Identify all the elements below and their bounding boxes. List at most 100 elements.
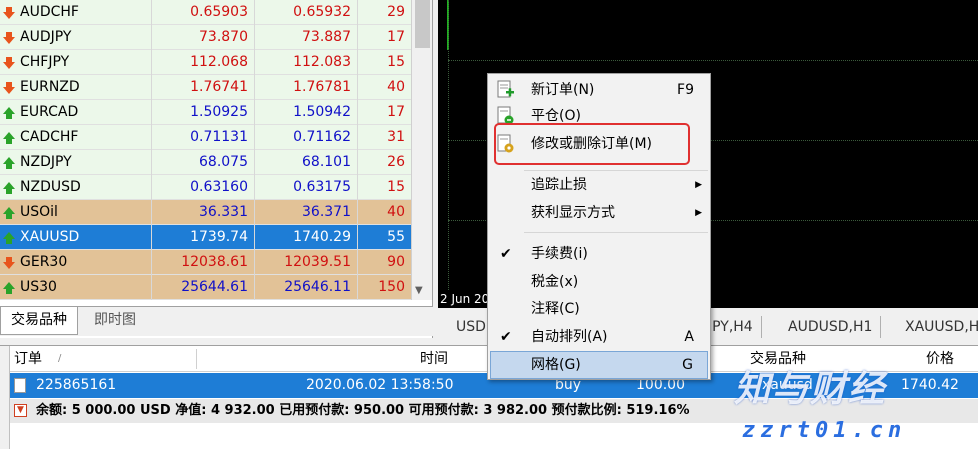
menu-item-tax[interactable]: 税金(x) xyxy=(490,269,708,295)
symbol-name: NZDJPY xyxy=(0,150,152,175)
market-watch-table: AUDCHF 0.65903 0.65932 29 AUDJPY 73.870 73.887… xyxy=(0,0,411,300)
col-header-order[interactable]: 订单 xyxy=(14,346,42,372)
menu-item-grid[interactable]: 网格(G) G xyxy=(490,351,708,379)
symbol-name: AUDCHF xyxy=(0,0,152,25)
menu-item-profit-display[interactable]: 获利显示方式 ▶ xyxy=(490,200,708,226)
market-row-audjpy[interactable]: AUDJPY 73.870 73.887 17 xyxy=(0,25,411,50)
column-divider xyxy=(196,349,197,369)
menu-separator xyxy=(524,232,708,233)
market-row-nzdjpy[interactable]: NZDJPY 68.075 68.101 26 xyxy=(0,150,411,175)
order-doc-icon xyxy=(14,378,26,393)
symbol-name: AUDJPY xyxy=(0,25,152,50)
menu-item-trailing-stop[interactable]: 追踪止损 ▶ xyxy=(490,172,708,198)
order-time: 2020.06.02 13:58:50 xyxy=(306,377,454,393)
market-row-cadchf[interactable]: CADCHF 0.71131 0.71162 31 xyxy=(0,125,411,150)
symbol-name: CHFJPY xyxy=(0,50,152,75)
balance-arrow-icon: ▼ xyxy=(14,404,27,417)
spread-value: 15 xyxy=(387,54,405,70)
watermark-url: zzrt01.cn xyxy=(742,418,907,443)
menu-item-new-order[interactable]: 新订单(N) F9 xyxy=(490,77,708,103)
ask-price: 1.50942 xyxy=(255,100,358,125)
market-row-eurnzd[interactable]: EURNZD 1.76741 1.76781 40 xyxy=(0,75,411,100)
submenu-arrow-icon: ▶ xyxy=(695,180,702,190)
chart-grid-line xyxy=(448,60,978,61)
menu-item-label: 获利显示方式 xyxy=(531,205,615,221)
tab-chart-xauusd[interactable]: XAUUSD,H xyxy=(897,316,978,338)
spread-value: 40 xyxy=(387,204,405,220)
ask-price: 1.76781 xyxy=(255,75,358,100)
watermark: 知与财经 zzrt01.cn xyxy=(728,352,978,449)
annotation-highlight-box xyxy=(494,123,690,165)
scroll-down-icon[interactable]: ▼ xyxy=(415,285,423,296)
scrollbar-thumb[interactable] xyxy=(415,0,430,48)
menu-item-comment[interactable]: 注释(C) xyxy=(490,296,708,322)
menu-item-label: 网格(G) xyxy=(531,357,581,373)
bid-price: 73.870 xyxy=(152,25,255,50)
market-row-nzdusd[interactable]: NZDUSD 0.63160 0.63175 15 xyxy=(0,175,411,200)
context-menu: 新订单(N) F9 平仓(O) 修改或删除订单(M) 追踪止损 ▶ 获利显示方式… xyxy=(487,73,711,380)
menu-item-commission[interactable]: ✔ 手续费(i) xyxy=(490,241,708,267)
spread-value: 17 xyxy=(387,29,405,45)
bid-price: 1.76741 xyxy=(152,75,255,100)
market-watch-scrollbar[interactable]: ▼ xyxy=(411,0,432,300)
menu-item-shortcut: G xyxy=(682,357,693,373)
market-watch-panel: AUDCHF 0.65903 0.65932 29 AUDJPY 73.870 73.887… xyxy=(0,0,433,338)
tab-tick-chart[interactable]: 即时图 xyxy=(84,307,146,335)
checkmark-icon: ✔ xyxy=(500,329,512,345)
menu-item-label: 手续费(i) xyxy=(531,246,588,262)
chart-grid-line xyxy=(448,0,449,290)
market-row-audchf[interactable]: AUDCHF 0.65903 0.65932 29 xyxy=(0,0,411,25)
ask-price: 0.71162 xyxy=(255,125,358,150)
symbol-name: GER30 xyxy=(0,250,152,275)
market-watch-tabs: 交易品种 即时图 xyxy=(0,306,433,336)
bid-price: 112.068 xyxy=(152,50,255,75)
menu-item-shortcut: A xyxy=(684,329,694,345)
bid-price: 25644.61 xyxy=(152,275,255,300)
menu-item-label: 追踪止损 xyxy=(531,177,587,193)
menu-item-auto-arrange[interactable]: ✔ 自动排列(A) A xyxy=(490,324,708,350)
spread-value: 31 xyxy=(387,129,405,145)
menu-item-label: 新订单(N) xyxy=(531,82,595,98)
sort-icon: / xyxy=(58,353,62,364)
bid-price: 68.075 xyxy=(152,150,255,175)
spread-value: 17 xyxy=(387,104,405,120)
symbol-name: NZDUSD xyxy=(0,175,152,200)
spread-value: 26 xyxy=(387,154,405,170)
market-row-eurcad[interactable]: EURCAD 1.50925 1.50942 17 xyxy=(0,100,411,125)
bid-price: 12038.61 xyxy=(152,250,255,275)
bid-price: 1.50925 xyxy=(152,100,255,125)
bid-price: 0.63160 xyxy=(152,175,255,200)
menu-item-shortcut: F9 xyxy=(677,82,694,98)
symbol-name: XAUUSD xyxy=(0,225,152,250)
symbol-name: US30 xyxy=(0,275,152,300)
ask-price: 1740.29 xyxy=(255,225,358,250)
spread-value: 29 xyxy=(387,4,405,20)
menu-item-label: 税金(x) xyxy=(531,274,579,290)
ask-price: 25646.11 xyxy=(255,275,358,300)
menu-item-label: 自动排列(A) xyxy=(531,329,608,345)
bid-price: 36.331 xyxy=(152,200,255,225)
order-ticket: 225865161 xyxy=(36,377,117,393)
symbol-name: USOil xyxy=(0,200,152,225)
market-row-chfjpy[interactable]: CHFJPY 112.068 112.083 15 xyxy=(0,50,411,75)
submenu-arrow-icon: ▶ xyxy=(695,208,702,218)
tab-symbols[interactable]: 交易品种 xyxy=(0,307,78,335)
market-row-us30[interactable]: US30 25644.61 25646.11 150 xyxy=(0,275,411,300)
new-order-icon xyxy=(495,80,515,100)
bid-price: 0.71131 xyxy=(152,125,255,150)
ask-price: 73.887 xyxy=(255,25,358,50)
checkmark-icon: ✔ xyxy=(500,246,512,262)
ask-price: 112.083 xyxy=(255,50,358,75)
menu-item-label: 注释(C) xyxy=(531,301,580,317)
tab-chart-audusd-h1[interactable]: AUDUSD,H1 xyxy=(780,316,882,338)
market-row-xauusd[interactable]: XAUUSD 1739.74 1740.29 55 xyxy=(0,225,411,250)
ask-price: 68.101 xyxy=(255,150,358,175)
chart-date-label: 2 Jun 20 xyxy=(440,292,490,306)
market-row-ger30[interactable]: GER30 12038.61 12039.51 90 xyxy=(0,250,411,275)
ask-price: 0.65932 xyxy=(255,0,358,25)
bid-price: 0.65903 xyxy=(152,0,255,25)
market-row-usoil[interactable]: USOil 36.331 36.371 40 xyxy=(0,200,411,225)
watermark-logo: 知与财经 xyxy=(734,369,887,410)
symbol-name: EURNZD xyxy=(0,75,152,100)
col-header-time[interactable]: 时间 xyxy=(420,346,448,372)
